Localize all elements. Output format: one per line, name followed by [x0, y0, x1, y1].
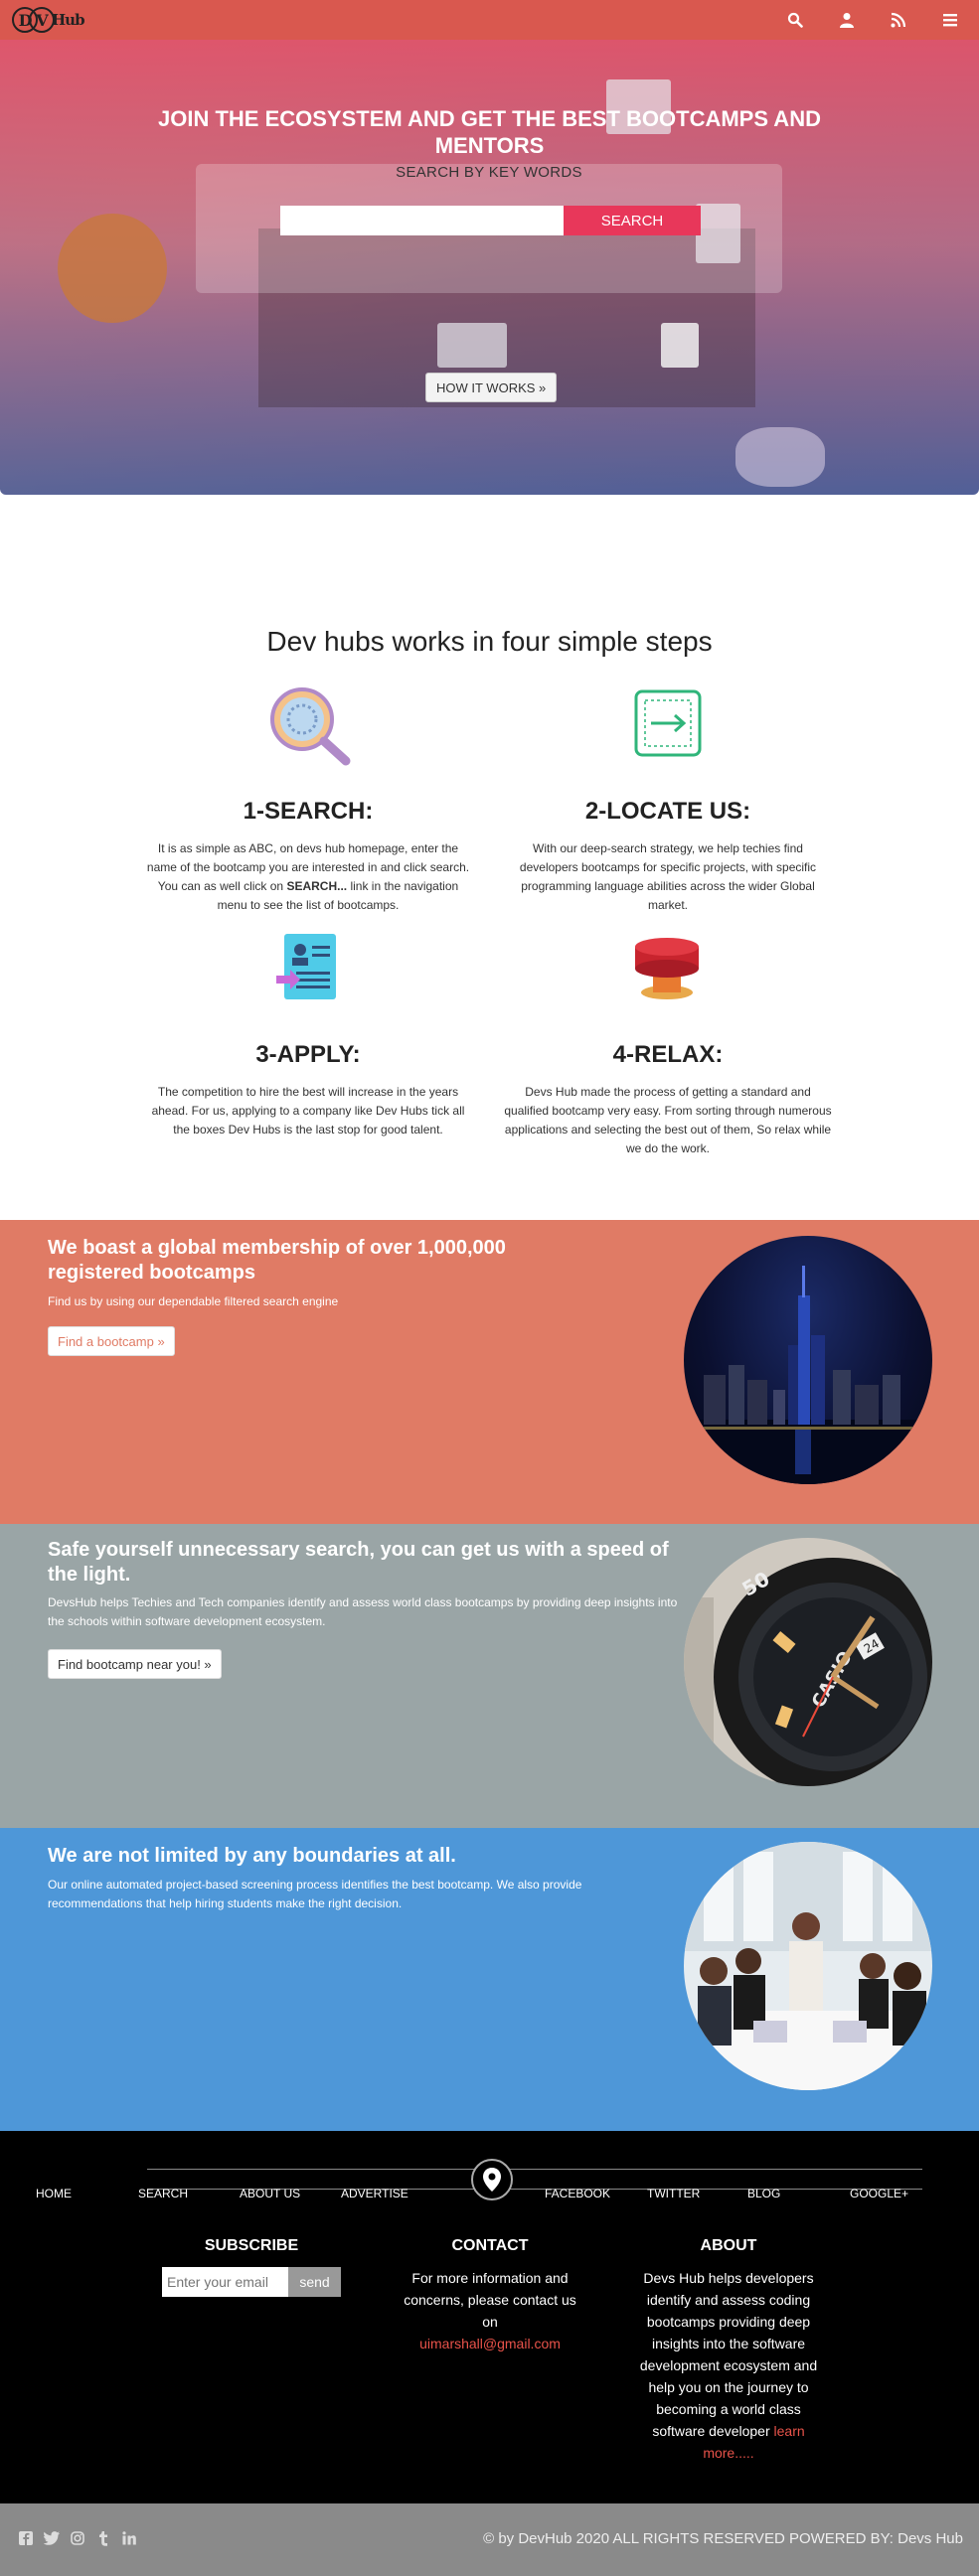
- menu-icon[interactable]: [941, 11, 959, 29]
- contact-heading: CONTACT: [451, 2237, 529, 2254]
- step-text: Devs Hub made the process of getting a s…: [504, 1085, 832, 1155]
- boundaries-band: We are not limited by any boundaries at …: [0, 1828, 979, 2131]
- team-meeting-image: [684, 1842, 932, 2090]
- tumblr-icon[interactable]: [95, 2530, 111, 2546]
- hero-title: JOIN THE ECOSYSTEM AND GET THE BEST BOOT…: [0, 105, 979, 159]
- navbar: D V Hub: [0, 0, 979, 40]
- find-bootcamp-button[interactable]: Find a bootcamp »: [48, 1326, 175, 1356]
- how-it-works-button[interactable]: HOW IT WORKS »: [425, 373, 558, 402]
- step-text: It is as simple as ABC, on devs hub home…: [144, 839, 472, 915]
- hero-laptop: [437, 323, 507, 368]
- search-button[interactable]: SEARCH: [564, 206, 701, 235]
- linkedin-icon[interactable]: [121, 2530, 137, 2546]
- about-text: Devs Hub helps developers identify and a…: [633, 2267, 824, 2464]
- about-section: ABOUT Devs Hub helps developers identify…: [633, 2237, 824, 2464]
- footer-link-blog[interactable]: BLOG: [747, 2187, 780, 2200]
- contact-section: CONTACT For more information and concern…: [395, 2237, 585, 2354]
- step-text: The competition to hire the best will in…: [151, 1085, 465, 1136]
- subscribe-email-input[interactable]: [162, 2267, 288, 2297]
- footer-link-search[interactable]: SEARCH: [138, 2187, 188, 2200]
- footer: HOME SEARCH ABOUT US ADVERTISE FACEBOOK …: [0, 2131, 979, 2503]
- hero-title-line1: JOIN THE ECOSYSTEM AND GET THE BEST BOOT…: [158, 106, 821, 131]
- twitter-icon[interactable]: [44, 2530, 60, 2546]
- hero-paper: [661, 323, 699, 368]
- band-title: Safe yourself unnecessary search, you ca…: [48, 1539, 669, 1586]
- subscribe-section: SUBSCRIBE send: [162, 2237, 341, 2297]
- relax-button-icon: [631, 937, 703, 1007]
- band-text: Find us by using our dependable filtered…: [48, 1294, 339, 1308]
- footer-link-about-us[interactable]: ABOUT US: [240, 2187, 300, 2200]
- search-panel: SEARCH BY KEY WORDS SEARCH: [196, 164, 782, 293]
- about-text-body: Devs Hub helps developers identify and a…: [639, 2270, 818, 2439]
- step-heading: 3-APPLY:: [255, 1041, 361, 1068]
- logo[interactable]: D V Hub: [12, 7, 85, 33]
- magnifier-icon: [266, 683, 354, 772]
- steps-title: Dev hubs works in four simple steps: [266, 626, 713, 657]
- step-heading: 4-RELAX:: [612, 1041, 724, 1068]
- rss-icon[interactable]: [890, 11, 907, 29]
- about-heading: ABOUT: [700, 2237, 757, 2254]
- contact-email-link[interactable]: uimarshall@gmail.com: [395, 2333, 585, 2354]
- speed-band: Safe yourself unnecessary search, you ca…: [0, 1524, 979, 1828]
- step-relax: 4-RELAX: Devs Hub made the process of ge…: [504, 1041, 832, 1158]
- find-bootcamp-near-button[interactable]: Find bootcamp near you! »: [48, 1649, 222, 1679]
- search-icon[interactable]: [786, 11, 804, 29]
- step-heading: 1-SEARCH:: [243, 798, 374, 825]
- hero-banner: JOIN THE ECOSYSTEM AND GET THE BEST BOOT…: [0, 40, 979, 495]
- footer-link-facebook[interactable]: FACEBOOK: [545, 2187, 610, 2200]
- step-search: 1-SEARCH: It is as simple as ABC, on dev…: [144, 798, 472, 915]
- band-title: We boast a global membership of over 1,0…: [48, 1237, 506, 1284]
- hero-person: [58, 214, 167, 323]
- user-icon[interactable]: [838, 11, 856, 29]
- hero-title-line2: MENTORS: [434, 133, 545, 158]
- footer-link-google-plus[interactable]: GOOGLE+: [850, 2187, 908, 2200]
- subscribe-send-button[interactable]: send: [288, 2267, 341, 2297]
- search-label: SEARCH BY KEY WORDS: [396, 164, 582, 181]
- subscribe-heading: SUBSCRIBE: [204, 2237, 299, 2254]
- hero-person: [735, 427, 825, 487]
- copyright-bar: © by DevHub 2020 ALL RIGHTS RESERVED POW…: [0, 2503, 979, 2576]
- search-input[interactable]: [280, 206, 564, 235]
- footer-divider: [147, 2169, 922, 2170]
- band-title: We are not limited by any boundaries at …: [48, 1845, 456, 1867]
- contact-text: For more information and concerns, pleas…: [404, 2270, 576, 2330]
- membership-band: We boast a global membership of over 1,0…: [0, 1220, 979, 1524]
- logo-text: Hub: [52, 11, 85, 29]
- footer-link-home[interactable]: HOME: [36, 2187, 72, 2200]
- resume-icon: [276, 932, 340, 1006]
- facebook-icon[interactable]: [18, 2530, 34, 2546]
- wristwatch-image: 24 CASIO 50: [684, 1538, 932, 1786]
- search-link-text: SEARCH...: [286, 879, 348, 893]
- city-skyline-image: [684, 1236, 932, 1484]
- band-text: DevsHub helps Techies and Tech companies…: [48, 1595, 678, 1628]
- footer-link-advertise[interactable]: ADVERTISE: [341, 2187, 408, 2200]
- locate-arrow-icon: [633, 688, 703, 763]
- band-text: Our online automated project-based scree…: [48, 1878, 582, 1910]
- copyright-text: © by DevHub 2020 ALL RIGHTS RESERVED POW…: [483, 2530, 963, 2547]
- step-text: With our deep-search strategy, we help t…: [519, 841, 817, 912]
- location-pin-icon: [471, 2159, 513, 2200]
- instagram-icon[interactable]: [70, 2530, 85, 2546]
- step-heading: 2-LOCATE US:: [584, 798, 751, 825]
- step-locate: 2-LOCATE US: With our deep-search strate…: [504, 798, 832, 915]
- footer-link-twitter[interactable]: TWITTER: [647, 2187, 700, 2200]
- step-apply: 3-APPLY: The competition to hire the bes…: [144, 1041, 472, 1139]
